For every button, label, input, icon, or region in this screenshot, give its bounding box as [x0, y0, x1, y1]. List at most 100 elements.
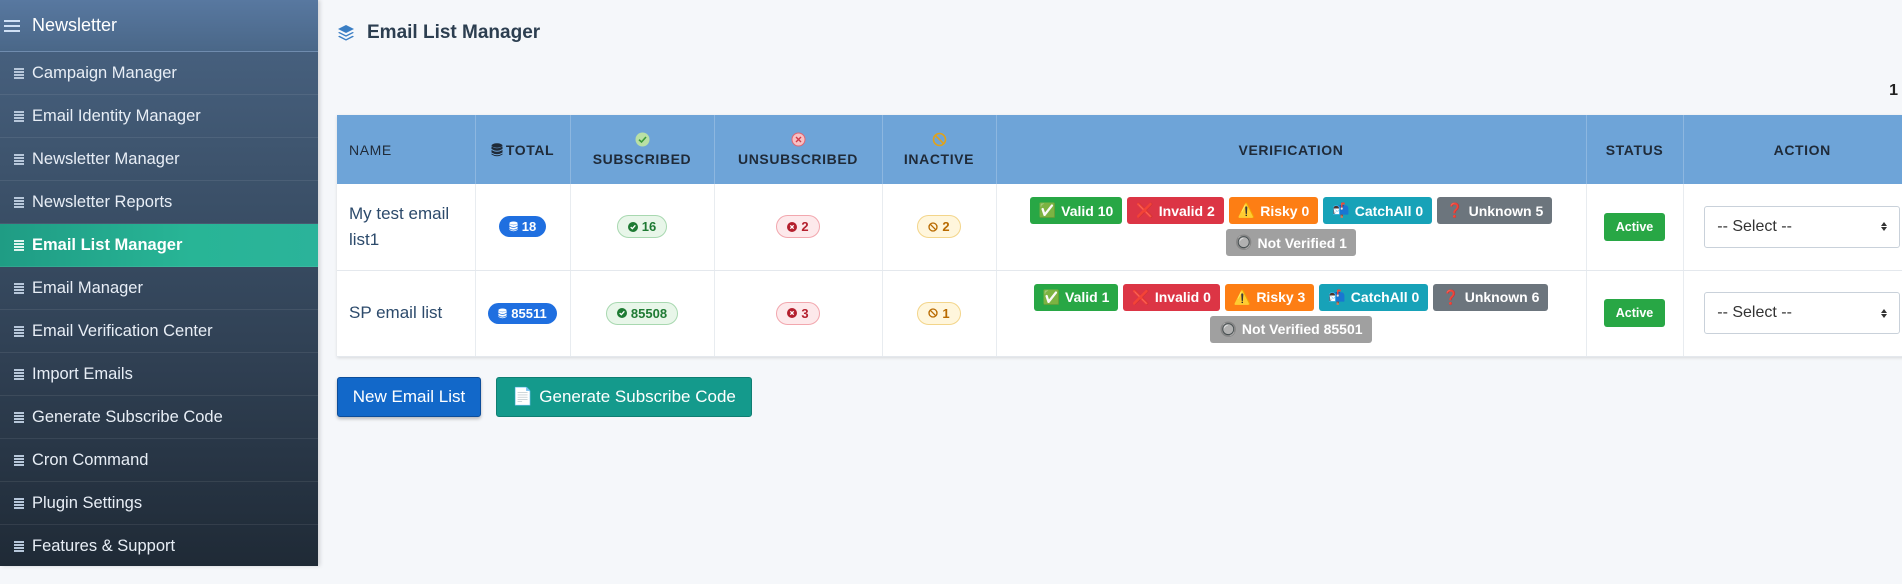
action-select[interactable]: -- Select -- — [1704, 292, 1901, 334]
sidebar-item-features-support[interactable]: Features & Support — [0, 525, 318, 568]
page-number[interactable]: 1 — [1889, 82, 1898, 100]
unsubscribed-cell: 2 — [714, 184, 883, 271]
valid-badge[interactable]: ✅ Valid 10 — [1029, 197, 1123, 225]
list-icon — [14, 154, 24, 165]
sidebar-item-email-verification-center[interactable]: Email Verification Center — [0, 310, 318, 353]
header-subscribed-label: Subscribed — [592, 151, 692, 167]
unknown-count: Unknown 5 — [1468, 202, 1544, 219]
status-badge: Active — [1603, 299, 1666, 327]
generate-button-label: Generate Subscribe Code — [539, 387, 736, 406]
table-row: My test email list1 18 16 2 2 ✅ Valid 10… — [337, 184, 1902, 271]
not-verified-badge[interactable]: 🔘 Not Verified 85501 — [1210, 315, 1372, 343]
invalid-x-icon: ❌ — [1132, 288, 1150, 305]
action-cell: -- Select -- — [1683, 184, 1902, 271]
invalid-count: Invalid 2 — [1158, 202, 1215, 219]
sidebar-item-email-manager[interactable]: Email Manager — [0, 267, 318, 310]
hamburger-menu-icon[interactable] — [4, 19, 20, 32]
verification-cell: ✅ Valid 1 ❌ Invalid 0 ⚠️ Risky 3 📬 CatchAll … — [996, 270, 1587, 357]
valid-check-icon: ✅ — [1042, 288, 1061, 305]
subscribed-badge: 16 — [616, 215, 668, 239]
invalid-badge[interactable]: ❌ Invalid 0 — [1123, 283, 1220, 311]
invalid-count: Invalid 0 — [1154, 289, 1211, 305]
status-cell: Active — [1586, 270, 1684, 357]
sidebar-item-email-identity-manager[interactable]: Email Identity Manager — [0, 95, 318, 138]
ban-icon — [932, 132, 946, 147]
action-select-value: -- Select -- — [1717, 217, 1792, 235]
risky-count: Risky 3 — [1256, 289, 1306, 305]
list-name-cell: My test email list1 — [337, 184, 476, 271]
header-name: Name — [337, 115, 476, 184]
table-row: SP email list 85511 85508 3 1 ✅ Valid 1 … — [337, 270, 1902, 357]
risky-badge[interactable]: ⚠️ Risky 0 — [1228, 197, 1319, 225]
total-value: 18 — [521, 219, 537, 235]
list-icon — [14, 68, 24, 79]
header-unsubscribed: Unsubscribed — [714, 115, 883, 184]
inactive-value: 2 — [942, 219, 950, 235]
unsubscribed-badge: 2 — [776, 215, 820, 239]
not-verified-badge[interactable]: 🔘 Not Verified 1 — [1226, 229, 1356, 257]
warning-icon: ⚠️ — [1233, 288, 1252, 305]
catchall-badge[interactable]: 📬 CatchAll 0 — [1319, 283, 1429, 311]
generate-subscribe-code-button[interactable]: 📄 Generate Subscribe Code — [496, 377, 752, 417]
sidebar-item-newsletter-reports[interactable]: Newsletter Reports — [0, 181, 318, 224]
verification-cell: ✅ Valid 10 ❌ Invalid 2 ⚠️ Risky 0 📬 CatchAll… — [996, 184, 1587, 271]
layers-icon — [338, 25, 354, 41]
unknown-badge[interactable]: ❓ Unknown 5 — [1437, 197, 1553, 225]
sidebar-item-label: Email List Manager — [32, 235, 183, 254]
sidebar-item-generate-subscribe-code[interactable]: Generate Subscribe Code — [0, 396, 318, 439]
sidebar-item-email-list-manager[interactable]: Email List Manager — [0, 224, 318, 267]
subscribed-value: 85508 — [630, 305, 668, 321]
invalid-badge[interactable]: ❌ Invalid 2 — [1127, 197, 1224, 225]
subscribed-cell: 85508 — [570, 270, 715, 357]
action-select[interactable]: -- Select -- — [1704, 205, 1901, 248]
list-icon — [14, 111, 24, 122]
page-header: Email List Manager — [337, 22, 540, 44]
header-total-label: Total — [505, 141, 555, 158]
risky-badge[interactable]: ⚠️ Risky 3 — [1224, 283, 1315, 311]
inactive-badge: 1 — [917, 301, 961, 325]
sidebar-item-cron-command[interactable]: Cron Command — [0, 439, 318, 482]
sidebar-item-import-emails[interactable]: Import Emails — [0, 353, 318, 396]
check-circle-icon — [616, 308, 627, 318]
radio-icon: 🔘 — [1219, 320, 1237, 337]
sidebar-item-label: Newsletter Reports — [32, 192, 173, 211]
not-verified-count: Not Verified 1 — [1257, 234, 1347, 251]
invalid-x-icon: ❌ — [1136, 202, 1154, 219]
table-header-row: Name Total Subscribed — [337, 115, 1902, 184]
sidebar-item-newsletter-manager[interactable]: Newsletter Manager — [0, 138, 318, 181]
unknown-badge[interactable]: ❓ Unknown 6 — [1433, 283, 1549, 311]
question-icon: ❓ — [1446, 202, 1464, 219]
database-icon — [498, 307, 507, 318]
sidebar-item-label: Email Identity Manager — [32, 106, 201, 125]
radio-icon: 🔘 — [1235, 234, 1253, 251]
sidebar-item-label: Generate Subscribe Code — [32, 407, 223, 426]
valid-badge[interactable]: ✅ Valid 1 — [1033, 283, 1119, 311]
list-icon — [14, 455, 24, 466]
x-circle-icon — [791, 132, 805, 147]
sidebar-header[interactable]: Newsletter — [0, 0, 318, 52]
list-icon — [14, 197, 24, 208]
x-circle-icon — [787, 308, 798, 318]
valid-count: Valid 1 — [1065, 289, 1110, 305]
email-list-table: Name Total Subscribed — [337, 115, 1902, 357]
header-inactive-label: Inactive — [903, 151, 975, 167]
catchall-count: CatchAll 0 — [1350, 289, 1420, 305]
list-name[interactable]: My test email list1 — [349, 204, 449, 249]
page-title: Email List Manager — [367, 22, 541, 43]
new-email-list-button[interactable]: New Email List — [337, 377, 481, 417]
risky-count: Risky 0 — [1260, 202, 1310, 219]
total-cell: 18 — [475, 184, 571, 271]
inactive-cell: 1 — [882, 270, 997, 357]
status-badge: Active — [1603, 212, 1666, 241]
sidebar-item-plugin-settings[interactable]: Plugin Settings — [0, 482, 318, 525]
unsubscribed-cell: 3 — [714, 270, 883, 357]
action-cell: -- Select -- — [1683, 270, 1902, 357]
main-content: Email List Manager 1 Name Total — [318, 0, 1902, 584]
list-icon — [14, 498, 24, 509]
total-cell: 85511 — [475, 270, 571, 357]
header-inactive: Inactive — [882, 115, 997, 184]
list-name[interactable]: SP email list — [349, 303, 442, 322]
sidebar-item-campaign-manager[interactable]: Campaign Manager — [0, 52, 318, 95]
question-icon: ❓ — [1442, 288, 1460, 305]
catchall-badge[interactable]: 📬 CatchAll 0 — [1323, 197, 1433, 225]
